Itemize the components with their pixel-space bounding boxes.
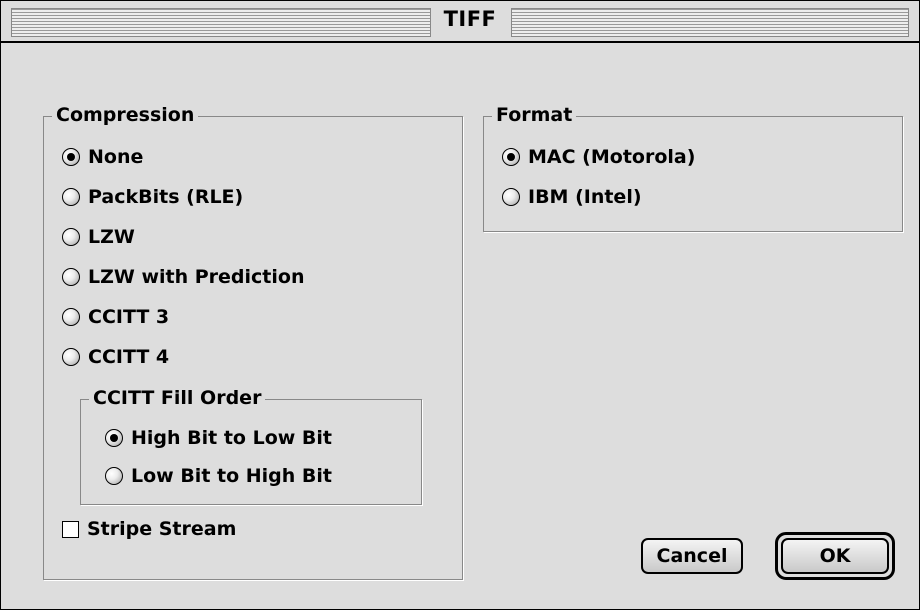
compression-group-label: Compression	[52, 103, 199, 127]
ccitt-fill-order-group: CCITT Fill Order High Bit to Low Bit Low…	[80, 386, 422, 505]
fill-order-option-high-to-low[interactable]: High Bit to Low Bit	[105, 424, 332, 452]
window-title: TIFF	[443, 7, 497, 31]
tiff-dialog: TIFF Compression None PackBits (RLE) LZW…	[0, 0, 920, 610]
title-bar[interactable]: TIFF	[1, 1, 919, 43]
checkbox-icon	[62, 520, 79, 538]
radio-icon	[502, 188, 520, 206]
radio-icon	[62, 228, 80, 246]
radio-icon	[105, 467, 123, 485]
option-label: IBM (Intel)	[528, 186, 642, 208]
option-label: CCITT 4	[88, 346, 170, 368]
format-group: Format MAC (Motorola) IBM (Intel)	[483, 103, 903, 232]
radio-icon	[105, 429, 123, 447]
compression-option-lzw[interactable]: LZW	[62, 223, 135, 251]
title-bar-stripes-left	[11, 8, 431, 37]
radio-icon	[62, 348, 80, 366]
compression-option-lzw-prediction[interactable]: LZW with Prediction	[62, 263, 304, 291]
format-group-label: Format	[492, 103, 577, 127]
fill-order-option-low-to-high[interactable]: Low Bit to High Bit	[105, 462, 332, 490]
radio-icon	[62, 268, 80, 286]
radio-icon	[62, 308, 80, 326]
option-label: LZW	[88, 226, 135, 248]
stripe-stream-checkbox[interactable]: Stripe Stream	[62, 515, 236, 543]
option-label: MAC (Motorola)	[528, 146, 696, 168]
ok-button[interactable]: OK	[781, 538, 889, 574]
format-option-ibm[interactable]: IBM (Intel)	[502, 183, 642, 211]
option-label: Low Bit to High Bit	[131, 465, 333, 487]
compression-option-ccitt4[interactable]: CCITT 4	[62, 343, 169, 371]
option-label: None	[88, 146, 144, 168]
option-label: CCITT 3	[88, 306, 170, 328]
radio-icon	[62, 148, 80, 166]
format-option-mac[interactable]: MAC (Motorola)	[502, 143, 695, 171]
radio-icon	[62, 188, 80, 206]
checkbox-label: Stripe Stream	[87, 518, 237, 540]
compression-group: Compression None PackBits (RLE) LZW LZW …	[43, 103, 463, 580]
option-label: PackBits (RLE)	[88, 186, 244, 208]
option-label: LZW with Prediction	[88, 266, 305, 288]
compression-option-none[interactable]: None	[62, 143, 143, 171]
ccitt-fill-order-label: CCITT Fill Order	[89, 386, 266, 410]
compression-option-ccitt3[interactable]: CCITT 3	[62, 303, 169, 331]
option-label: High Bit to Low Bit	[131, 427, 333, 449]
compression-option-packbits[interactable]: PackBits (RLE)	[62, 183, 243, 211]
radio-icon	[502, 148, 520, 166]
title-bar-stripes-right	[511, 8, 909, 37]
cancel-button[interactable]: Cancel	[641, 538, 743, 574]
